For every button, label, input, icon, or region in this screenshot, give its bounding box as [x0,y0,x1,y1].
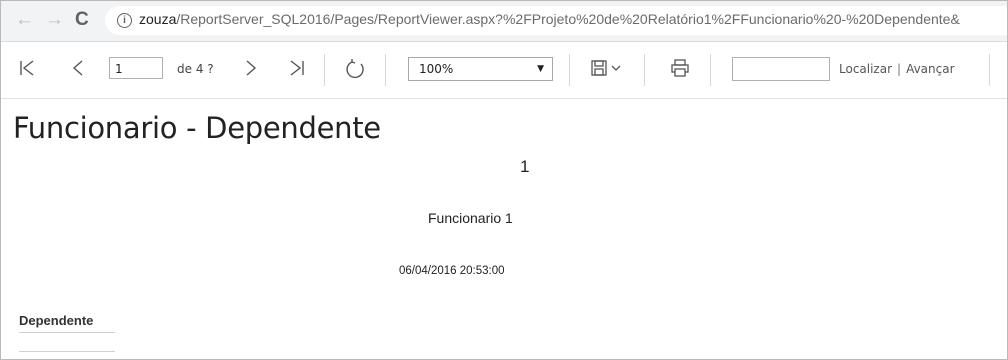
reload-icon[interactable]: C [75,9,89,31]
page-count-label: de 4 ? [177,62,214,76]
print-icon[interactable] [670,58,690,83]
info-icon[interactable]: i [117,13,132,28]
employee-name: Funcionario 1 [428,210,513,226]
previous-page-icon[interactable] [71,58,85,83]
find-input[interactable] [732,57,830,81]
last-page-icon[interactable] [289,58,305,83]
toolbar-divider [324,54,325,86]
dropdown-caret-icon: ▼ [537,64,544,74]
zoom-select[interactable]: 100% ▼ [408,57,553,81]
zoom-value: 100% [419,62,454,76]
toolbar-divider [385,54,386,86]
url-path: /ReportServer_SQL2016/Pages/ReportViewer… [176,11,960,27]
browser-window: ← → C i zouza/ReportServer_SQL2016/Pages… [0,0,1008,360]
save-export-icon[interactable] [591,58,625,83]
next-page-icon[interactable] [244,58,258,83]
employee-id: 1 [520,157,530,176]
find-links: Localizar | Avançar [839,62,955,76]
report-toolbar: 1 de 4 ? 100% ▼ Localizar | Avançar [1,42,1007,99]
table-divider [19,351,115,352]
forward-arrow-icon[interactable]: → [45,9,64,31]
find-separator: | [897,62,902,76]
report-date: 06/04/2016 20:53:00 [399,265,505,277]
toolbar-divider [569,54,570,86]
find-link[interactable]: Localizar [839,62,892,76]
current-page-input[interactable]: 1 [109,57,163,79]
toolbar-divider [644,54,645,86]
report-title: Funcionario - Dependente [13,111,381,145]
url-field[interactable]: i zouza/ReportServer_SQL2016/Pages/Repor… [105,6,1007,35]
dependent-column-header: Dependente [19,313,94,328]
url-text: zouza/ReportServer_SQL2016/Pages/ReportV… [139,11,960,27]
url-host: zouza [139,11,177,27]
toolbar-divider [989,54,990,86]
address-bar: ← → C i zouza/ReportServer_SQL2016/Pages… [1,1,1007,42]
first-page-icon[interactable] [19,58,35,83]
back-arrow-icon[interactable]: ← [15,9,34,31]
table-divider [19,332,115,333]
toolbar-divider [710,54,711,86]
find-next-link[interactable]: Avançar [906,62,954,76]
refresh-icon[interactable] [344,58,366,85]
